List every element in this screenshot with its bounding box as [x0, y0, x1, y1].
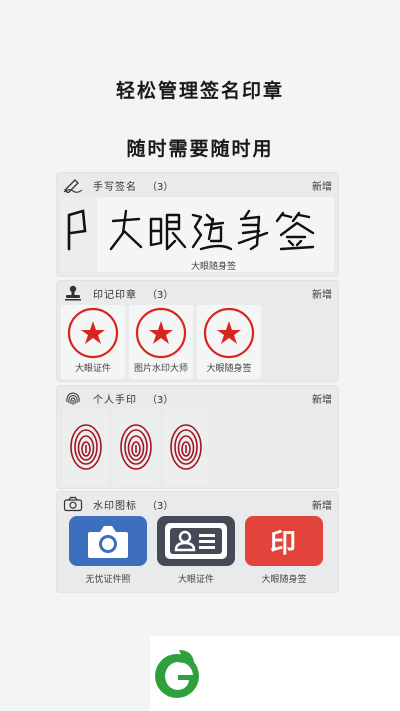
signature-title: 手写签名	[93, 181, 137, 193]
fingerprint-icon	[63, 390, 83, 406]
seal-label: 图片水印大师	[133, 364, 188, 374]
watermark-item[interactable]: 无忧证件照	[69, 516, 147, 585]
seal-item[interactable]: 图片水印大师	[129, 305, 193, 379]
fingerprint-count: （3）	[147, 394, 174, 406]
watermark-card: 水印图标 （3） 新增 无忧证件照 大眼证件 印 大眼随身签	[57, 492, 338, 592]
watermark-add-button[interactable]: 新增	[312, 497, 332, 512]
camera-app-icon	[69, 516, 147, 566]
red-fingerprint-icon	[70, 424, 102, 470]
fingerprint-item[interactable]	[63, 408, 109, 486]
watermark-title: 水印图标	[93, 500, 137, 512]
watermark-item[interactable]: 大眼证件	[157, 516, 235, 585]
seal-item[interactable]: 大眼证件	[61, 305, 125, 379]
watermark-label: 大眼随身签	[261, 575, 307, 585]
red-seal-icon	[61, 305, 125, 361]
fingerprint-title: 个人手印	[93, 394, 137, 406]
fingerprint-item[interactable]	[113, 408, 159, 486]
signature-count: （3）	[147, 181, 174, 193]
id-card-icon	[157, 516, 235, 566]
fingerprint-item[interactable]	[163, 408, 209, 486]
stamp-icon	[63, 285, 83, 301]
signature-add-button[interactable]: 新增	[312, 178, 332, 193]
seal-app-icon: 印	[245, 516, 323, 566]
watermark-label: 无忧证件照	[85, 575, 131, 585]
signature-preview[interactable]: 大眼随身签	[61, 197, 334, 272]
pen-icon	[63, 177, 83, 193]
seal-app-glyph: 印	[269, 528, 298, 559]
seal-label: 大眼证件	[74, 364, 111, 374]
signature-ink-image	[109, 209, 315, 251]
watermark-label: 大眼证件	[177, 575, 214, 585]
seal-count: （3）	[147, 289, 174, 301]
watermark-item[interactable]: 印 大眼随身签	[245, 516, 323, 585]
red-fingerprint-icon	[170, 424, 202, 470]
signature-item-label: 大眼随身签	[191, 262, 237, 272]
seal-card: 印记印章 （3） 新增 大眼证件 图片水印大师 大眼随身签	[57, 281, 338, 381]
red-seal-icon	[129, 305, 193, 361]
headline-secondary: 随时需要随时用	[126, 138, 274, 160]
seal-add-button[interactable]: 新增	[312, 286, 332, 301]
red-seal-icon	[197, 305, 261, 361]
watermark-count: （3）	[147, 500, 174, 512]
fingerprint-add-button[interactable]: 新增	[312, 391, 332, 406]
fingerprint-card: 个人手印 （3） 新增	[57, 386, 338, 488]
camera-icon	[63, 496, 83, 512]
red-fingerprint-icon	[120, 424, 152, 470]
seal-item[interactable]: 大眼随身签	[197, 305, 261, 379]
seal-label: 大眼随身签	[206, 364, 252, 374]
headline-primary: 轻松管理签名印章	[115, 80, 284, 102]
seal-title: 印记印章	[93, 289, 137, 301]
app-logo-icon	[152, 642, 202, 706]
signature-card: 手写签名 （3） 新增 大眼随身签	[57, 173, 338, 276]
